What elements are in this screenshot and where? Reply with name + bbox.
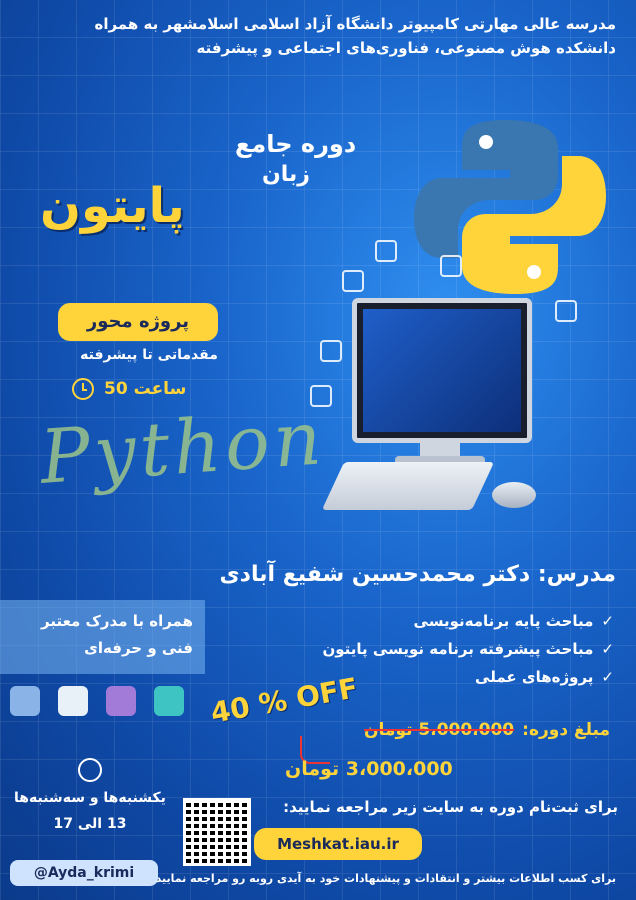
mouse-illustration xyxy=(492,482,536,508)
share-icon xyxy=(440,255,462,277)
register-text: برای ثبت‌نام دوره به سایت زیر مراجعه نما… xyxy=(283,798,618,816)
certificate-box: همراه با مدرک معتبر فنی و حرفه‌ای xyxy=(0,600,205,674)
chat-icon xyxy=(320,340,342,362)
cursor-icon xyxy=(310,385,332,407)
keyboard-illustration xyxy=(321,462,495,510)
phone-icon xyxy=(375,240,397,262)
project-badge: پروژه محور xyxy=(58,303,218,341)
qr-code[interactable] xyxy=(183,798,251,866)
topic-label: پروژه‌های عملی xyxy=(475,668,594,686)
certificate-line-1: همراه با مدرک معتبر xyxy=(41,612,193,630)
monitor-illustration xyxy=(352,298,532,443)
header: مدرسه عالی مهارتی کامپیوتر دانشگاه آزاد … xyxy=(16,12,616,60)
org-logos xyxy=(10,686,184,716)
topic-label: مباحث پایه برنامه‌نویسی xyxy=(413,612,594,630)
topic-label: مباحث پیشرفته برنامه نویسی پایتون xyxy=(322,640,594,658)
footer-note: برای کسب اطلاعات بیشتر و انتقادات و پیشن… xyxy=(155,872,616,885)
schedule-dates: 13 الی 17 xyxy=(53,816,127,832)
check-icon: ✓ xyxy=(601,640,614,658)
old-price: 5،000،000 تومان xyxy=(364,720,515,740)
topic-item: ✓ مباحث پیشرفته برنامه نویسی پایتون xyxy=(322,640,614,658)
topic-item: ✓ مباحث پایه برنامه‌نویسی xyxy=(322,612,614,630)
title-line-1: دوره جامع xyxy=(235,130,357,158)
header-line-1: مدرسه عالی مهارتی کامپیوتر دانشگاه آزاد … xyxy=(94,15,616,33)
title-python: پایتون xyxy=(40,178,185,234)
schedule: یکشنبه‌ها و سه‌شنبه‌ها 13 الی 17 xyxy=(10,758,170,832)
price-label: مبلغ دوره: xyxy=(522,720,610,740)
price-row: مبلغ دوره: 5،000،000 تومان xyxy=(364,720,610,740)
monitor-screen xyxy=(363,309,521,432)
check-icon: ✓ xyxy=(601,668,614,686)
clock-icon xyxy=(78,758,102,782)
topics-list: ✓ مباحث پایه برنامه‌نویسی ✓ مباحث پیشرفته … xyxy=(322,612,614,696)
new-price: 3،000،000 تومان xyxy=(285,758,453,780)
gear-icon xyxy=(555,300,577,322)
skills-school-logo xyxy=(154,686,184,716)
hours-text: 50 ساعت xyxy=(104,379,187,399)
level-text: مقدماتی تا پیشرفته xyxy=(80,347,218,363)
topic-item: ✓ پروژه‌های عملی xyxy=(322,668,614,686)
clock-icon xyxy=(72,378,94,400)
header-line-2: دانشکده هوش مصنوعی، فناوری‌های اجتماعی و… xyxy=(196,39,617,57)
title-line-2: زبان xyxy=(262,162,310,187)
speaker-icon xyxy=(342,270,364,292)
schedule-days: یکشنبه‌ها و سه‌شنبه‌ها xyxy=(14,790,166,806)
poster: مدرسه عالی مهارتی کامپیوتر دانشگاه آزاد … xyxy=(0,0,636,900)
technical-org-logo xyxy=(58,686,88,716)
certificate-line-2: فنی و حرفه‌ای xyxy=(84,639,193,657)
hours: 50 ساعت xyxy=(72,378,186,400)
ai-faculty-logo xyxy=(106,686,136,716)
teacher-name: مدرس: دکتر محمدحسین شفیع آبادی xyxy=(219,562,616,587)
check-icon: ✓ xyxy=(601,612,614,630)
website-link[interactable]: Meshkat.iau.ir xyxy=(254,828,422,860)
university-logo xyxy=(10,686,40,716)
social-handle[interactable]: @Ayda_krimi xyxy=(10,860,158,886)
